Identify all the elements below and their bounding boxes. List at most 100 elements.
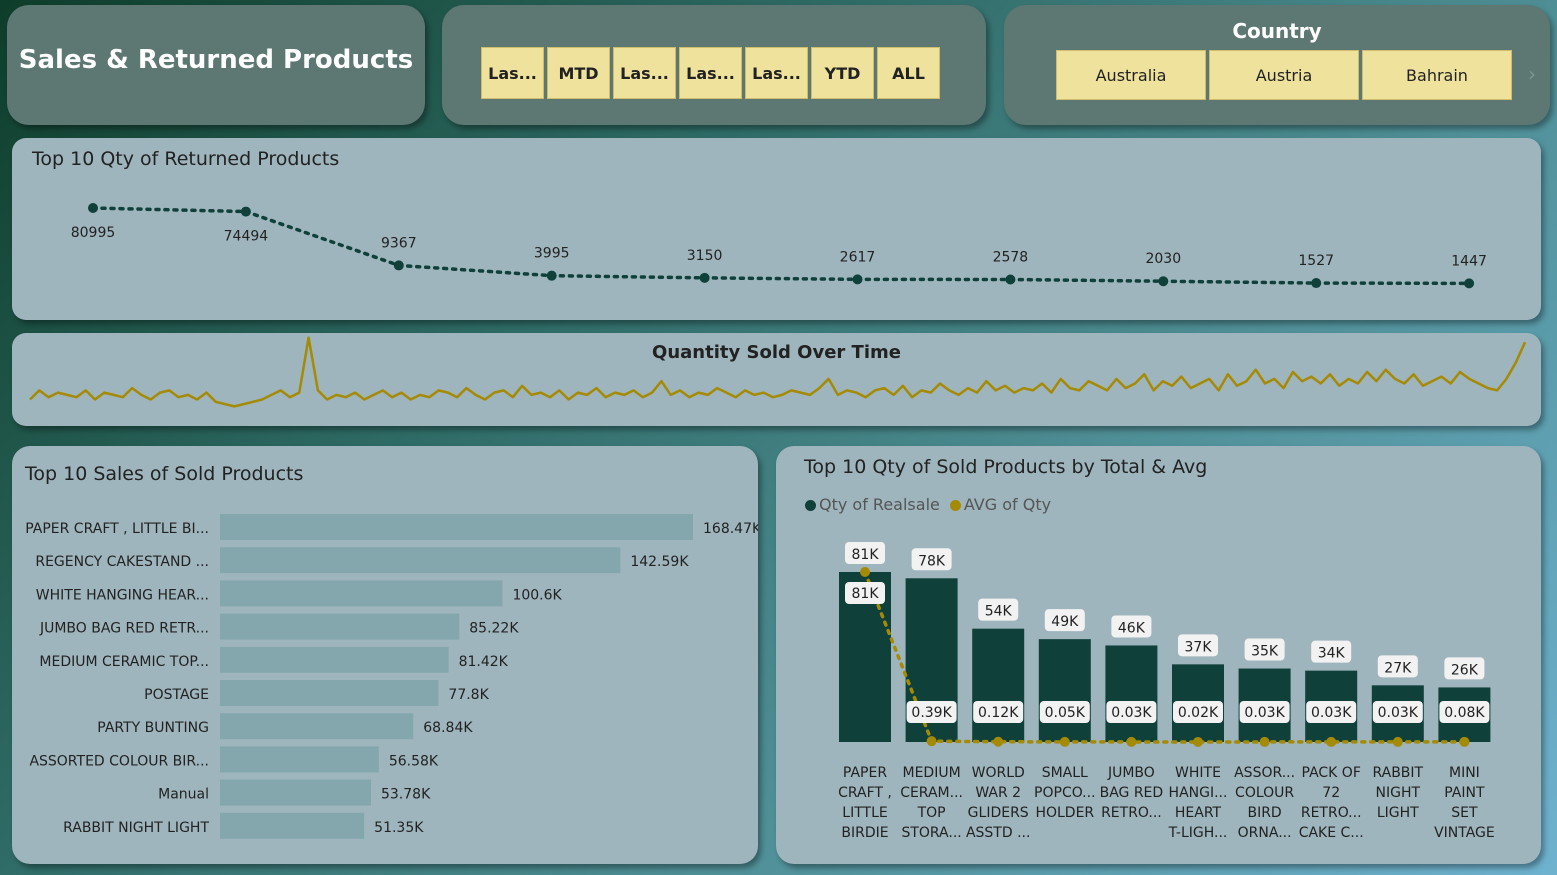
- country-option-bahrain[interactable]: Bahrain: [1362, 50, 1512, 100]
- chevron-right-icon[interactable]: ›: [1528, 62, 1536, 86]
- quantity-over-time-chart: [29, 336, 1527, 408]
- returned-point: [1464, 278, 1475, 289]
- returned-data-label: 3150: [687, 248, 723, 264]
- avg-data-label: 0.03K: [1378, 705, 1419, 721]
- sales-bar: [220, 713, 414, 740]
- sales-category-label: JUMBO BAG RED RETR...: [39, 621, 209, 637]
- sales-data-label: 51.35K: [374, 820, 424, 836]
- avg-point: [993, 736, 1004, 747]
- qty-category-label: CAKE C...: [1299, 825, 1364, 841]
- sales-bar: [220, 646, 449, 673]
- sales-card: Top 10 Sales of Sold Products PAPER CRAF…: [12, 446, 758, 864]
- sales-data-label: 142.59K: [630, 554, 689, 570]
- returned-point: [1158, 276, 1169, 287]
- qty-category-label: MEDIUM: [903, 765, 961, 781]
- returned-data-label: 2578: [993, 249, 1029, 265]
- qty-category-label: BAG RED: [1100, 785, 1164, 801]
- over-time-series-line: [29, 336, 1527, 408]
- sales-category-label: Manual: [158, 787, 209, 803]
- date-slicer: Las... MTD Las... Las... Las... YTD ALL: [442, 5, 986, 125]
- avg-point: [1459, 736, 1470, 747]
- sales-chart: PAPER CRAFT , LITTLE BI... 168.47K REGENCY…: [25, 514, 758, 839]
- qty-card: Top 10 Qty of Sold Products by Total & A…: [776, 446, 1541, 864]
- qty-bar: [1105, 645, 1158, 742]
- returned-data-label: 9367: [381, 235, 417, 251]
- sales-category-label: WHITE HANGING HEAR...: [36, 587, 209, 603]
- qty-category-label: PACK OF: [1302, 765, 1361, 781]
- returned-data-label: 1527: [1298, 253, 1334, 269]
- date-button-ytd[interactable]: YTD: [811, 47, 874, 99]
- avg-data-label: 0.08K: [1444, 705, 1485, 721]
- qty-category-label: HOLDER: [1035, 805, 1094, 821]
- qty-category-label: LITTLE: [842, 805, 887, 821]
- avg-data-label: 0.39K: [911, 705, 952, 721]
- returned-products-chart: 80995 74494 9367 3995 3150 2617 2578 2030 1527 14…: [71, 203, 1487, 289]
- qty-category-label: HANGI...: [1169, 785, 1228, 801]
- qty-category-label: LIGHT: [1377, 805, 1419, 821]
- sales-bar: [220, 680, 439, 706]
- sales-data-label: 81.42K: [459, 654, 509, 670]
- returned-products-card: Top 10 Qty of Returned Products 80995 744…: [12, 138, 1541, 320]
- page-title: Sales & Returned Products: [18, 45, 414, 75]
- qty-data-label: 34K: [1318, 646, 1346, 662]
- qty-category-label: SET: [1451, 805, 1478, 821]
- date-button-mtd[interactable]: MTD: [547, 47, 610, 99]
- qty-data-label: 37K: [1185, 639, 1213, 655]
- date-button-last-3[interactable]: Las...: [679, 47, 742, 99]
- returned-series-line: [91, 206, 1471, 286]
- qty-category-label: ASSOR...: [1234, 765, 1295, 781]
- qty-bar: [1038, 639, 1091, 742]
- returned-point: [852, 274, 863, 285]
- returned-data-label: 3995: [534, 246, 570, 262]
- qty-data-label: 49K: [1051, 614, 1079, 630]
- sales-category-label: MEDIUM CERAMIC TOP...: [39, 654, 209, 670]
- returned-point: [393, 260, 404, 271]
- avg-data-label: 81K: [852, 586, 880, 602]
- returned-data-label: 2617: [840, 249, 876, 265]
- sales-data-label: 100.6K: [512, 587, 562, 603]
- returned-point: [699, 272, 710, 283]
- avg-data-label: 0.12K: [978, 705, 1019, 721]
- qty-category-label: JUMBO: [1107, 765, 1155, 781]
- returned-point: [1311, 278, 1322, 289]
- quantity-over-time-card: Quantity Sold Over Time: [12, 333, 1541, 426]
- qty-category-label: 72: [1322, 785, 1340, 801]
- returned-point: [546, 270, 557, 281]
- returned-point: [88, 203, 98, 213]
- avg-data-label: 0.02K: [1178, 705, 1219, 721]
- country-option-australia[interactable]: Australia: [1056, 50, 1206, 100]
- qty-data-label: 46K: [1118, 620, 1146, 636]
- qty-data-label: 78K: [918, 553, 946, 569]
- qty-category-label: STORA...: [901, 825, 961, 841]
- qty-chart: 81K PAPER CRAFT , LITTLE BIRDIE 78K MEDIUM CERA…: [838, 542, 1495, 841]
- qty-data-label: 54K: [985, 604, 1013, 620]
- qty-category-label: T-LIGH...: [1168, 825, 1228, 841]
- qty-category-label: SMALL: [1042, 765, 1088, 781]
- qty-category-label: COLOUR: [1235, 785, 1294, 801]
- sales-data-label: 56.58K: [389, 753, 439, 769]
- date-button-last-2[interactable]: Las...: [613, 47, 676, 99]
- qty-bar: [972, 628, 1025, 742]
- date-button-last-1[interactable]: Las...: [481, 47, 544, 99]
- qty-category-label: NIGHT: [1376, 785, 1421, 801]
- sales-bar: [220, 547, 621, 574]
- sales-category-label: REGENCY CAKESTAND ...: [35, 554, 209, 570]
- country-option-austria[interactable]: Austria: [1209, 50, 1359, 100]
- qty-data-label: 26K: [1451, 662, 1479, 678]
- qty-category-label: RETRO...: [1301, 805, 1362, 821]
- sales-category-label: POSTAGE: [144, 687, 209, 703]
- returned-point: [1005, 274, 1016, 285]
- avg-data-label: 0.03K: [1244, 705, 1285, 721]
- sales-bar: [220, 580, 503, 607]
- returned-data-label: 1447: [1451, 253, 1487, 269]
- sales-bar: [220, 613, 460, 640]
- qty-category-label: MINI: [1449, 765, 1480, 781]
- date-button-last-4[interactable]: Las...: [745, 47, 808, 99]
- avg-point: [1259, 736, 1270, 747]
- title-card: Sales & Returned Products: [7, 5, 425, 125]
- qty-category-label: CERAM...: [900, 785, 963, 801]
- avg-data-label: 0.03K: [1311, 705, 1352, 721]
- date-button-all[interactable]: ALL: [877, 47, 940, 99]
- qty-category-label: PAPER: [843, 765, 887, 781]
- qty-data-label: 27K: [1384, 660, 1412, 676]
